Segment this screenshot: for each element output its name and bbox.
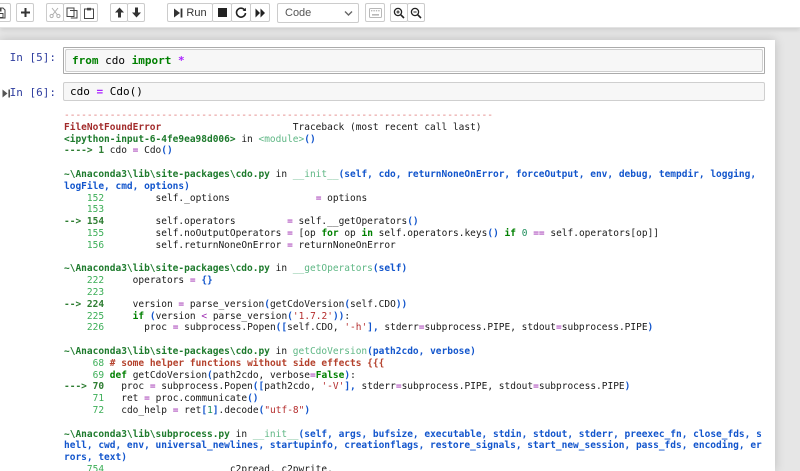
copy-icon — [66, 7, 78, 19]
code-cell-5: In [5]: from cdo import * — [0, 47, 765, 74]
copy-cell-button[interactable] — [63, 3, 81, 22]
paste-icon — [83, 7, 95, 19]
move-cell-up-button[interactable] — [110, 3, 128, 22]
code-input-5[interactable]: from cdo import * — [65, 49, 763, 72]
move-cell-down-button[interactable] — [127, 3, 145, 22]
zoom-out-icon — [410, 7, 422, 19]
cut-cell-button[interactable] — [46, 3, 64, 22]
save-icon — [0, 7, 6, 19]
keyboard-icon — [369, 8, 382, 18]
zoom-out-button[interactable] — [407, 3, 425, 22]
code-cell-6: In [6]: cdo = Cdo() — [0, 82, 765, 101]
restart-icon — [235, 7, 247, 19]
code-input-6[interactable]: cdo = Cdo() — [63, 82, 765, 101]
restart-run-all-button[interactable] — [250, 3, 270, 22]
zoom-in-button[interactable] — [390, 3, 408, 22]
traceback-text: ----------------------------------------… — [64, 110, 766, 471]
notebook-page: In [5]: from cdo import * In [6]: cdo = … — [0, 40, 775, 471]
toolbar: Run Code — [0, 0, 800, 28]
run-button-label: Run — [186, 7, 206, 19]
input-prompt-5: In [5]: — [0, 47, 63, 64]
chevron-down-icon — [344, 10, 353, 17]
jupyter-notebook-window: Run Code — [0, 0, 800, 471]
stop-button[interactable] — [212, 3, 232, 22]
add-cell-icon — [20, 7, 31, 18]
stop-icon — [218, 8, 227, 17]
run-cell-marker-icon — [2, 88, 11, 101]
cut-icon — [49, 7, 61, 19]
zoom-in-icon — [393, 7, 405, 19]
output-area: ----------------------------------------… — [0, 110, 775, 471]
restart-run-all-icon — [255, 8, 266, 18]
cell-type-value: Code — [285, 7, 311, 19]
run-icon — [173, 8, 183, 18]
cell-type-select[interactable]: Code — [277, 3, 359, 23]
input-prompt-6: In [6]: — [0, 82, 63, 99]
add-cell-button[interactable] — [16, 3, 34, 22]
selected-cell-outline: from cdo import * — [63, 47, 765, 74]
save-button[interactable] — [0, 3, 11, 22]
run-button[interactable]: Run — [167, 3, 213, 22]
move-down-icon — [131, 7, 142, 18]
move-up-icon — [114, 7, 125, 18]
command-palette-button[interactable] — [365, 3, 385, 22]
restart-kernel-button[interactable] — [231, 3, 251, 22]
paste-cell-button[interactable] — [80, 3, 98, 22]
